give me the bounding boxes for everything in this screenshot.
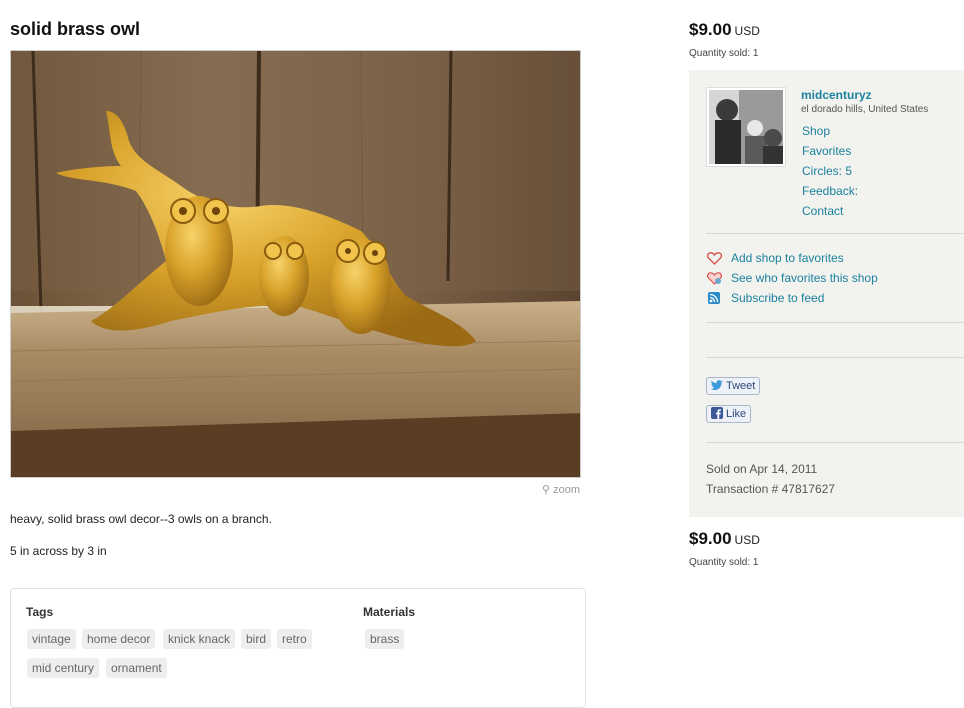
owl-photo-image — [11, 51, 580, 477]
price-currency: USD — [734, 24, 760, 38]
price-currency: USD — [734, 533, 760, 547]
zoom-label: zoom — [553, 484, 581, 496]
see-favorites-label: See who favorites this shop — [731, 271, 878, 285]
price-bottom: $9.00 USD — [689, 529, 760, 549]
divider — [706, 357, 964, 358]
material-brass[interactable]: brass — [365, 629, 405, 649]
see-favorites-link[interactable]: See who favorites this shop — [706, 271, 878, 285]
contact-link[interactable]: Contact — [802, 204, 843, 218]
tags-heading: Tags — [26, 605, 54, 619]
quantity-sold-top: Quantity sold: 1 — [689, 48, 759, 59]
tag-bird[interactable]: bird — [241, 629, 272, 649]
transaction-number: Transaction # 47817627 — [706, 482, 835, 496]
feedback-link[interactable]: Feedback: — [802, 184, 858, 198]
zoom-link[interactable]: ⚲ zoom — [542, 483, 580, 496]
rss-icon — [706, 291, 722, 305]
like-label: Like — [726, 408, 747, 420]
tweet-label: Tweet — [726, 380, 756, 392]
tag-knick-knack[interactable]: knick knack — [163, 629, 236, 649]
dimensions-text: 5 in across by 3 in — [10, 544, 107, 558]
twitter-bird-icon — [711, 379, 723, 393]
seller-avatar[interactable] — [706, 87, 786, 167]
tag-mid-century[interactable]: mid century — [27, 658, 100, 678]
facebook-like-button[interactable]: Like — [706, 405, 752, 423]
description-text: heavy, solid brass owl decor--3 owls on … — [10, 512, 272, 526]
shop-link[interactable]: Shop — [802, 124, 830, 138]
avatar-photo — [709, 90, 783, 164]
price-top: $9.00 USD — [689, 20, 760, 40]
price-amount: $9.00 — [689, 20, 732, 39]
circles-link[interactable]: Circles: 5 — [802, 164, 852, 178]
listing-photo[interactable] — [10, 50, 581, 478]
shop-panel: midcenturyz el dorado hills, United Stat… — [689, 70, 964, 517]
magnifier-icon: ⚲ — [542, 484, 551, 496]
sold-on-date: Sold on Apr 14, 2011 — [706, 462, 818, 476]
heart-icon — [706, 251, 722, 265]
tag-ornament[interactable]: ornament — [106, 658, 167, 678]
tag-home-decor[interactable]: home decor — [82, 629, 156, 649]
seller-location: el dorado hills, United States — [801, 104, 929, 115]
tag-retro[interactable]: retro — [277, 629, 312, 649]
tweet-button[interactable]: Tweet — [706, 377, 761, 395]
tag-vintage[interactable]: vintage — [27, 629, 76, 649]
divider — [706, 442, 964, 443]
add-shop-favorites-link[interactable]: Add shop to favorites — [706, 251, 844, 265]
quantity-sold-bottom: Quantity sold: 1 — [689, 557, 759, 568]
heart-broken-icon — [706, 271, 722, 285]
subscribe-feed-link[interactable]: Subscribe to feed — [706, 291, 824, 305]
price-amount: $9.00 — [689, 529, 732, 548]
favorites-link[interactable]: Favorites — [802, 144, 851, 158]
divider — [706, 233, 964, 234]
materials-heading: Materials — [363, 605, 416, 619]
divider — [706, 322, 964, 323]
subscribe-label: Subscribe to feed — [731, 291, 825, 305]
listing-title: solid brass owl — [10, 19, 141, 39]
seller-name-link[interactable]: midcenturyz — [801, 88, 872, 102]
tags-materials-panel: Tags Materials vintage home decor knick … — [10, 588, 586, 708]
add-favorites-label: Add shop to favorites — [731, 251, 844, 265]
facebook-icon — [711, 406, 723, 422]
